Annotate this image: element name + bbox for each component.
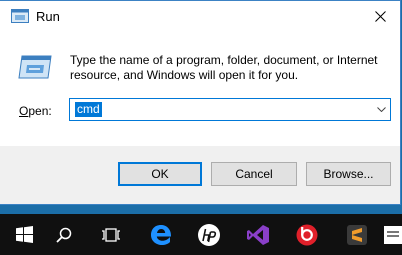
open-input[interactable]: cmd xyxy=(75,102,102,117)
open-label-accesskey: O xyxy=(19,104,29,118)
edge-button[interactable] xyxy=(137,214,185,255)
beats-button[interactable] xyxy=(283,214,331,255)
open-combobox[interactable]: cmd xyxy=(69,98,391,121)
start-icon xyxy=(15,226,33,243)
open-label-rest: pen: xyxy=(28,104,52,118)
edge-icon xyxy=(151,224,172,245)
taskbar-overflow-app[interactable] xyxy=(382,214,402,255)
title-bar[interactable]: Run xyxy=(0,1,400,32)
sublime-text-button[interactable] xyxy=(333,214,381,255)
chevron-down-icon xyxy=(376,107,386,112)
hp-icon xyxy=(198,223,220,246)
description-text: Type the name of a program, folder, docu… xyxy=(70,53,378,82)
sublime-text-icon xyxy=(347,224,367,245)
run-icon xyxy=(18,55,52,79)
visual-studio-icon xyxy=(247,224,269,245)
dropdown-button[interactable] xyxy=(372,99,390,120)
search-icon xyxy=(56,227,72,243)
run-app-icon xyxy=(11,9,29,23)
cancel-button[interactable]: Cancel xyxy=(211,162,297,186)
open-label: Open: xyxy=(19,104,52,118)
close-icon xyxy=(374,11,386,22)
task-view-button[interactable] xyxy=(87,214,135,255)
dialog-content: Type the name of a program, folder, docu… xyxy=(0,32,400,146)
taskbar xyxy=(0,214,402,255)
visual-studio-button[interactable] xyxy=(234,214,282,255)
app-icon xyxy=(384,225,402,244)
ok-button[interactable]: OK xyxy=(118,162,202,186)
task-view-icon xyxy=(102,227,120,242)
hp-button[interactable] xyxy=(185,214,233,255)
window-title: Run xyxy=(36,9,60,24)
run-dialog: Run Type the name of a program, folder, … xyxy=(0,0,401,205)
beats-icon xyxy=(296,224,318,245)
search-button[interactable] xyxy=(40,214,88,255)
close-button[interactable] xyxy=(360,1,400,32)
browse-button[interactable]: Browse... xyxy=(306,162,391,186)
